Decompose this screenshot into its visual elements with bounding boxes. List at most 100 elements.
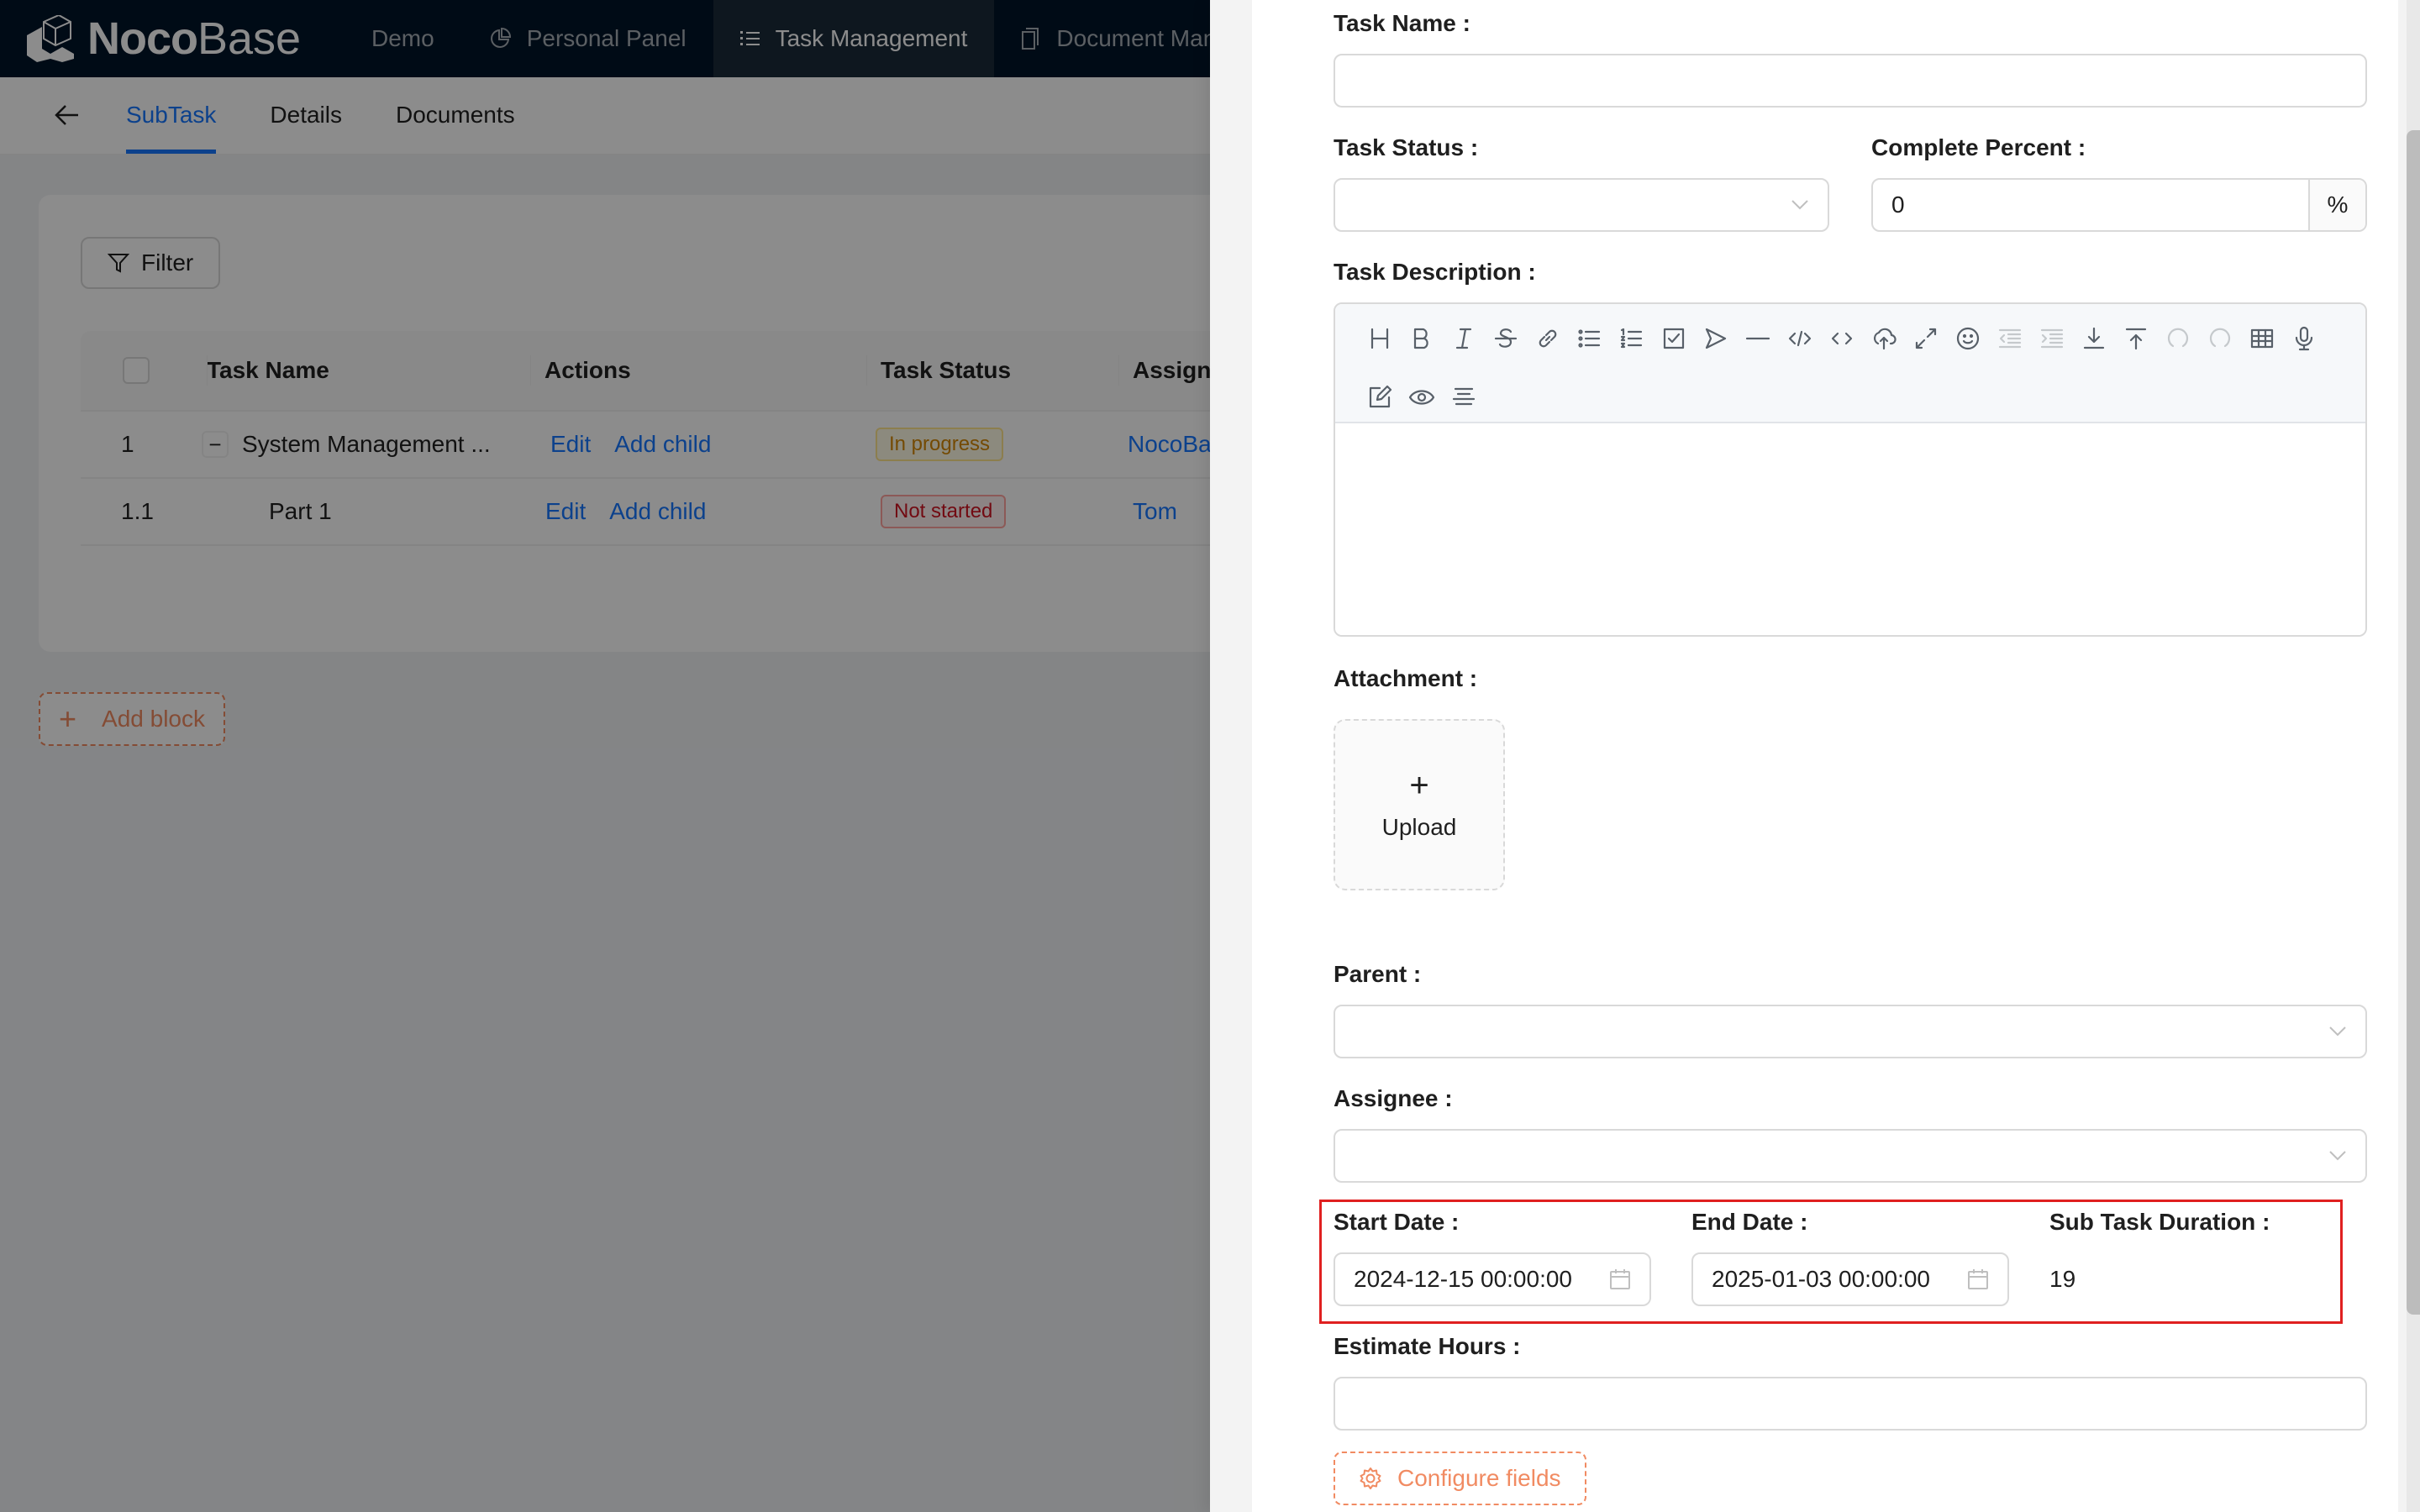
field-label: Assignee : — [1334, 1085, 1453, 1111]
field-estimate-hours: Estimate Hours : — [1334, 1330, 2367, 1431]
horizontal-line-icon — [1745, 337, 1770, 340]
edit-mode-icon — [1369, 385, 1392, 408]
toolbar-button-heading[interactable] — [1359, 318, 1401, 360]
task-name-input[interactable] — [1334, 54, 2367, 108]
configure-fields-button[interactable]: Configure fields — [1334, 1452, 1586, 1505]
upload-icon — [1873, 328, 1897, 350]
toolbar-button-checklist[interactable] — [1653, 318, 1695, 360]
insert-after-icon — [2083, 327, 2105, 349]
toolbar-button-ordered-list[interactable] — [1611, 318, 1653, 360]
field-task-description: Task Description : — [1334, 255, 2367, 637]
drawer-scrollbar-thumb[interactable] — [2407, 130, 2420, 1315]
field-complete-percent: Complete Percent : 0 % — [1871, 131, 2367, 232]
toolbar-button-insert-before[interactable] — [2115, 318, 2157, 360]
field-end-date: End Date : 2025-01-03 00:00:00 — [1691, 1205, 2011, 1306]
code-block-icon — [1788, 330, 1812, 347]
toolbar-button-undo[interactable] — [2157, 318, 2199, 360]
toolbar-button-edit-mode[interactable] — [1359, 376, 1401, 418]
strikethrough-icon — [1494, 328, 1518, 348]
sub-task-duration-value: 19 — [2049, 1266, 2076, 1292]
start-date-picker[interactable]: 2024-12-15 00:00:00 — [1334, 1252, 1651, 1306]
preview-icon — [1408, 390, 1435, 405]
percent-suffix: % — [2308, 180, 2365, 230]
toolbar-button-bold[interactable] — [1401, 318, 1443, 360]
field-start-date: Start Date : 2024-12-15 00:00:00 — [1334, 1205, 1653, 1306]
gear-icon — [1360, 1467, 1381, 1489]
task-status-select[interactable] — [1334, 178, 1829, 232]
field-parent: Parent : — [1334, 958, 2367, 1058]
upload-button[interactable]: + Upload — [1334, 719, 1505, 890]
toolbar-button-upload[interactable] — [1863, 318, 1905, 360]
toolbar-button-italic[interactable] — [1443, 318, 1485, 360]
toolbar-button-strikethrough[interactable] — [1485, 318, 1527, 360]
toolbar-button-inline-code[interactable] — [1821, 318, 1863, 360]
checklist-icon — [1663, 328, 1685, 349]
field-task-name: Task Name : — [1334, 7, 2367, 108]
editor-toolbar — [1335, 304, 2365, 423]
field-sub-task-duration: Sub Task Duration : 19 — [2049, 1205, 2352, 1306]
field-label: End Date : — [1691, 1209, 1808, 1235]
plus-icon: + — [1409, 767, 1429, 804]
toolbar-button-record[interactable] — [2283, 318, 2325, 360]
markdown-editor — [1334, 302, 2367, 637]
insert-before-icon — [2125, 328, 2147, 350]
calendar-icon — [1968, 1269, 1988, 1289]
toolbar-button-link[interactable] — [1527, 318, 1569, 360]
link-icon — [1539, 329, 1557, 348]
ordered-list-icon — [1620, 328, 1643, 349]
heading-icon — [1370, 328, 1389, 349]
toolbar-button-fullscreen[interactable] — [1905, 318, 1947, 360]
toolbar-button-bullet-list[interactable] — [1569, 318, 1611, 360]
field-task-status: Task Status : — [1334, 131, 1829, 232]
toolbar-button-insert-after[interactable] — [2073, 318, 2115, 360]
chevron-down-icon — [2329, 1151, 2346, 1161]
field-label: Task Description : — [1334, 259, 1536, 285]
quote-icon — [1705, 328, 1727, 349]
indent-icon — [2040, 328, 2064, 349]
toolbar-button-preview[interactable] — [1401, 376, 1443, 418]
toolbar-button-horizontal-line[interactable] — [1737, 318, 1779, 360]
field-label: Complete Percent : — [1871, 134, 2086, 160]
fullscreen-icon — [1915, 328, 1937, 349]
upload-label: Upload — [1381, 814, 1457, 840]
field-label: Sub Task Duration : — [2049, 1209, 2270, 1235]
field-label: Start Date : — [1334, 1209, 1460, 1235]
date-value: 2024-12-15 00:00:00 — [1354, 1266, 1572, 1292]
field-label: Estimate Hours : — [1334, 1333, 1521, 1359]
italic-icon — [1455, 328, 1472, 349]
drawer-scrollbar-track[interactable] — [2407, 0, 2420, 1512]
date-value: 2025-01-03 00:00:00 — [1712, 1266, 1930, 1292]
align-center-icon — [1452, 387, 1476, 406]
field-assignee: Assignee : — [1334, 1082, 2367, 1183]
configure-fields-label: Configure fields — [1397, 1465, 1561, 1491]
inline-code-icon — [1831, 332, 1853, 345]
assignee-select[interactable] — [1334, 1129, 2367, 1183]
undo-icon — [2167, 328, 2189, 348]
toolbar-button-align-center[interactable] — [1443, 376, 1485, 418]
toolbar-button-outdent[interactable] — [1989, 318, 2031, 360]
editor-text-area[interactable] — [1335, 423, 2365, 635]
estimate-hours-input[interactable] — [1334, 1377, 2367, 1431]
bold-icon — [1413, 328, 1428, 349]
edit-task-drawer: Task Name : Task Status : Complete Perce… — [1210, 0, 2420, 1512]
bullet-list-icon — [1578, 329, 1601, 348]
toolbar-button-indent[interactable] — [2031, 318, 2073, 360]
field-label: Attachment : — [1334, 665, 1478, 691]
table-icon — [2250, 328, 2274, 349]
toolbar-button-emoji[interactable] — [1947, 318, 1989, 360]
chevron-down-icon — [1791, 200, 1808, 210]
parent-select[interactable] — [1334, 1005, 2367, 1058]
input-value: 0 — [1891, 192, 1905, 218]
record-icon — [2295, 326, 2313, 351]
toolbar-button-table[interactable] — [2241, 318, 2283, 360]
end-date-picker[interactable]: 2025-01-03 00:00:00 — [1691, 1252, 2009, 1306]
calendar-icon — [1610, 1269, 1630, 1289]
toolbar-button-code-block[interactable] — [1779, 318, 1821, 360]
field-attachment: Attachment : + Upload — [1334, 662, 2367, 890]
form-card: Task Name : Task Status : Complete Perce… — [1252, 0, 2398, 1512]
outdent-icon — [1998, 328, 2022, 349]
toolbar-button-quote[interactable] — [1695, 318, 1737, 360]
toolbar-button-redo[interactable] — [2199, 318, 2241, 360]
complete-percent-input[interactable]: 0 % — [1871, 178, 2367, 232]
field-label: Task Status : — [1334, 134, 1479, 160]
